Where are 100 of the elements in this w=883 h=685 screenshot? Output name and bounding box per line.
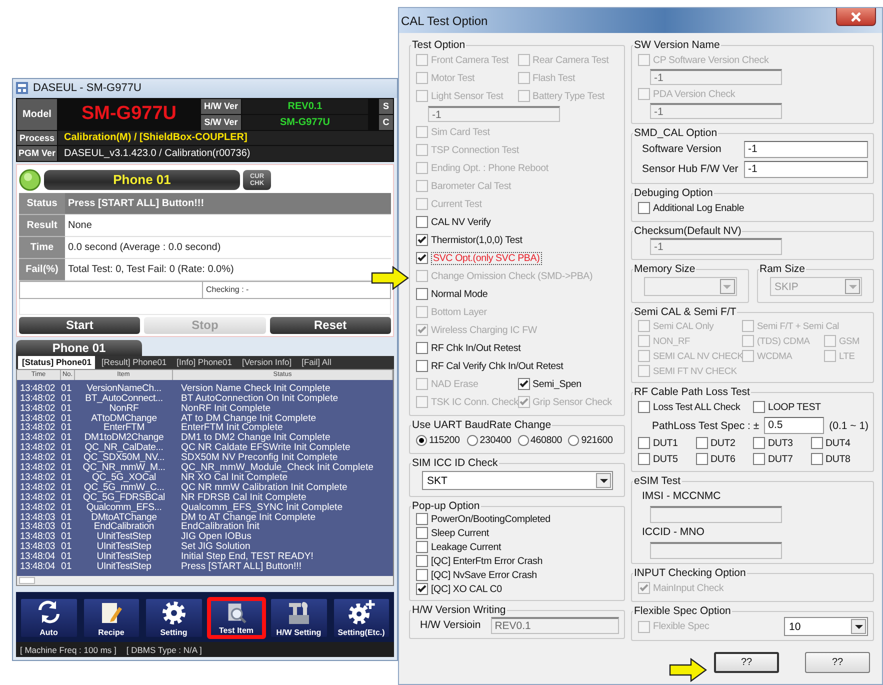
checkbox[interactable]: DUT2: [696, 435, 736, 451]
tab[interactable]: [Result] Phone01: [97, 356, 171, 369]
toolbar-button[interactable]: H/W Setting: [269, 597, 328, 639]
window-title: CAL Test Option: [401, 14, 488, 28]
checkbox[interactable]: DUT8: [810, 451, 850, 467]
table-cell-text: ATtoDMChange: [90, 414, 158, 424]
table-cell-text: 13:48:03: [19, 542, 56, 552]
checkbox[interactable]: LOOP TEST: [753, 398, 821, 416]
field-label: S/W Ver: [201, 114, 241, 130]
group-title: SIM ICC ID Check: [411, 457, 499, 469]
table-cell-text: 01: [61, 502, 73, 513]
input-field[interactable]: 0.5: [764, 417, 824, 434]
table-cell-text: 13:48:02: [19, 443, 56, 454]
toolbar-button[interactable]: Auto: [19, 597, 78, 639]
status-text: [ DBMS Type : N/A ]: [126, 644, 202, 654]
tab[interactable]: [Fail] All: [298, 356, 336, 369]
checkbox[interactable]: DUT5: [638, 451, 678, 467]
table-cell-text: 13:48:03: [19, 512, 56, 522]
control-button[interactable]: Reset: [270, 316, 391, 334]
field-label: C: [379, 114, 393, 130]
close-button[interactable]: [836, 8, 876, 26]
table-cell-text: 13:48:03: [19, 532, 56, 542]
close-icon: [851, 12, 861, 22]
table-cell-text: Version Name Check Init Complete: [180, 384, 332, 394]
phone-title: Phone 01: [44, 170, 240, 190]
scrollbar[interactable]: [17, 576, 393, 585]
table-cell-text: Set JIG Solution: [180, 542, 251, 552]
dialog-button[interactable]: ??: [714, 652, 779, 673]
table-cell-text: BT AutoConnection On Init Complete: [180, 394, 340, 404]
table-cell-text: 01: [61, 423, 73, 434]
status-led-icon: [19, 168, 41, 191]
table-cell-text: NonRF Init Complete: [180, 404, 272, 414]
checkbox[interactable]: Loss Test ALL Check: [638, 398, 740, 416]
checkbox[interactable]: DUT6: [696, 451, 736, 467]
table-cell-text: 13:48:02: [19, 482, 56, 493]
table-cell-text: 01: [61, 532, 73, 542]
tab[interactable]: [Info] Phone01: [172, 356, 236, 369]
radio-button[interactable]: 921600: [568, 431, 613, 449]
table-cell-text: 13:48:04: [19, 552, 56, 562]
row-label: Status: [19, 192, 65, 215]
scroll-thumb[interactable]: [19, 577, 35, 584]
checkbox[interactable]: Sleep Current: [416, 526, 489, 540]
checkbox[interactable]: RF Cal Verify Chk In/Out Retest: [416, 357, 564, 375]
checkbox[interactable]: Additional Log Enable: [638, 199, 744, 217]
gear-icon: [160, 599, 188, 627]
table-cell-text: Qualcomm_EFS...: [86, 502, 162, 513]
checkbox[interactable]: DUT1: [638, 435, 678, 451]
table-cell-text: JIG Open IOBus: [180, 532, 252, 542]
table-cell-text: UInitTestStep: [96, 542, 152, 552]
checkbox[interactable]: PowerOn/BootingCompleted: [416, 512, 550, 526]
table-cell-text: NR XO Cal Init Complete: [180, 472, 288, 483]
group-title: eSIM Test: [633, 475, 682, 487]
checkbox[interactable]: Semi_Spen: [518, 375, 582, 393]
toolbar-button[interactable]: Setting: [144, 597, 204, 639]
table-cell-text: QC_NR_mmW_M...: [82, 463, 166, 473]
input-field[interactable]: -1: [744, 140, 868, 158]
checkbox[interactable]: [QC] EnterFtm Error Crash: [416, 554, 542, 568]
checkbox[interactable]: RF Chk In/Out Retest: [416, 339, 521, 357]
radio-button[interactable]: 115200: [416, 431, 460, 449]
radio-button[interactable]: 230400: [466, 431, 512, 449]
checkbox[interactable]: CAL NV Verify: [416, 213, 491, 231]
field-label: H/W Ver: [201, 98, 241, 114]
checkbox[interactable]: DUT7: [753, 451, 793, 467]
pointer-arrow: [669, 658, 707, 682]
checkbox[interactable]: Leakage Current: [416, 540, 501, 554]
table-cell-text: 13:48:02: [19, 394, 56, 404]
table-cell-text: 13:48:02: [19, 384, 56, 394]
field-label: Process: [17, 130, 57, 145]
field-label: PGM Ver: [17, 146, 57, 161]
checkbox[interactable]: [QC] NvSave Error Crash: [416, 568, 537, 582]
pointer-arrow: [371, 266, 409, 290]
tab[interactable]: [Version Info]: [238, 356, 296, 369]
dropdown[interactable]: SKT: [422, 471, 613, 490]
radio-button[interactable]: 460800: [518, 431, 562, 449]
field-label: Model: [17, 98, 57, 130]
dropdown[interactable]: 10: [784, 617, 868, 636]
checkbox[interactable]: DUT4: [810, 435, 850, 451]
checking-status: Checking : -: [205, 284, 250, 296]
table-cell-text: UInitTestStep: [96, 532, 152, 542]
dialog-button[interactable]: ??: [805, 652, 870, 673]
checkbox[interactable]: Thermistor(1,0,0) Test: [416, 231, 522, 249]
checkbox[interactable]: Normal Mode: [416, 285, 488, 303]
field-label: PathLoss Test Spec : ±: [651, 420, 760, 432]
tab[interactable]: [Status] Phone01: [18, 356, 96, 369]
toolbar-button[interactable]: Setting(Etc.): [332, 597, 391, 639]
table-cell-text: 01: [61, 384, 73, 394]
toolbar-button[interactable]: Recipe: [82, 597, 141, 639]
table-cell-text: 13:48:02: [19, 423, 56, 434]
field-label: S: [379, 98, 393, 114]
group-title: RF Cable Path Loss Test: [633, 386, 751, 398]
version-value: REV0.1: [242, 98, 368, 114]
toolbar-button[interactable]: Test Item: [206, 597, 266, 639]
input-field[interactable]: -1: [744, 160, 868, 178]
table-cell-text: EnterFTM: [103, 423, 145, 434]
table-cell-text: QC NR mmW Calibration Init Complete: [180, 482, 348, 493]
checkbox[interactable]: DUT3: [753, 435, 793, 451]
control-button[interactable]: Start: [19, 316, 140, 334]
row-value: 0.0 second (Average : 0.0 second): [65, 236, 391, 259]
range-hint: (0.1 ~ 1): [829, 420, 869, 432]
checkbox[interactable]: [QC] XO CAL C0: [416, 582, 502, 596]
